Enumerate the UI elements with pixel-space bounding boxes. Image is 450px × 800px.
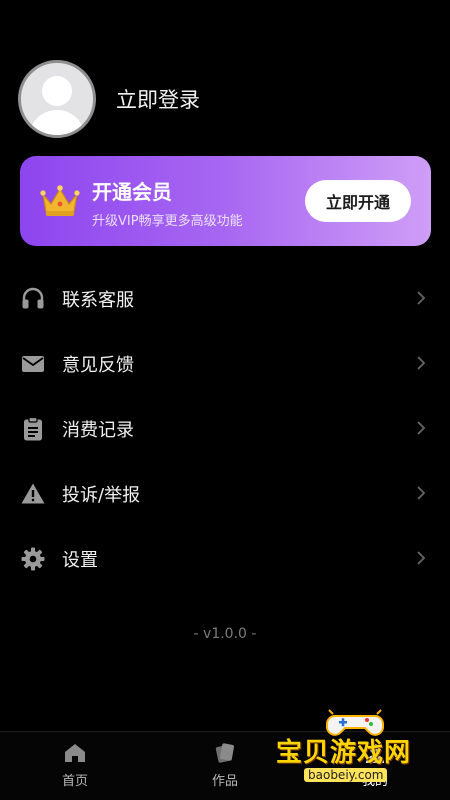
warning-icon: [20, 481, 46, 507]
login-link[interactable]: 立即登录: [116, 84, 200, 114]
watermark-url: baobeiy.com: [304, 768, 388, 782]
headset-icon: [20, 286, 46, 312]
tab-works[interactable]: 作品: [185, 742, 265, 789]
menu-item-label: 投诉/举报: [62, 484, 141, 506]
chevron-right-icon: [417, 291, 426, 305]
profile-header[interactable]: 立即登录: [18, 60, 200, 138]
watermark-text: 宝贝游戏网: [276, 738, 412, 768]
menu-item-complaint-report[interactable]: 投诉/举报: [0, 461, 450, 526]
clipboard-icon: [20, 416, 46, 442]
menu-item-feedback[interactable]: 意见反馈: [0, 331, 450, 396]
open-vip-button[interactable]: 立即开通: [305, 180, 411, 222]
works-icon: [215, 743, 234, 763]
avatar[interactable]: [18, 60, 96, 138]
menu-item-label: 设置: [62, 549, 98, 571]
chevron-right-icon: [417, 356, 426, 370]
watermark-logo: 宝贝游戏网 baobeiy.com: [270, 704, 440, 792]
tab-label: 首页: [61, 774, 88, 789]
menu-item-label: 意见反馈: [62, 354, 134, 376]
menu-item-customer-service[interactable]: 联系客服: [0, 266, 450, 331]
menu-item-settings[interactable]: 设置: [0, 526, 450, 591]
gear-icon: [20, 546, 46, 572]
home-icon: [65, 744, 85, 762]
chevron-right-icon: [417, 486, 426, 500]
crown-icon: [40, 185, 80, 216]
menu-item-label: 联系客服: [62, 289, 134, 311]
tab-label: 作品: [211, 774, 238, 789]
vip-subtitle: 升级VIP畅享更多高级功能: [92, 214, 243, 229]
chevron-right-icon: [417, 551, 426, 565]
app-version: - v1.0.0 -: [193, 626, 257, 642]
vip-title: 开通会员: [92, 180, 172, 204]
mail-icon: [20, 351, 46, 377]
vip-card[interactable]: 开通会员 升级VIP畅享更多高级功能 立即开通: [20, 156, 431, 246]
menu-list: 联系客服 意见反馈 消费记录 投诉/举报 设置: [0, 266, 450, 591]
tab-home[interactable]: 首页: [35, 742, 115, 789]
menu-item-label: 消费记录: [62, 419, 134, 441]
chevron-right-icon: [417, 421, 426, 435]
menu-item-purchase-history[interactable]: 消费记录: [0, 396, 450, 461]
